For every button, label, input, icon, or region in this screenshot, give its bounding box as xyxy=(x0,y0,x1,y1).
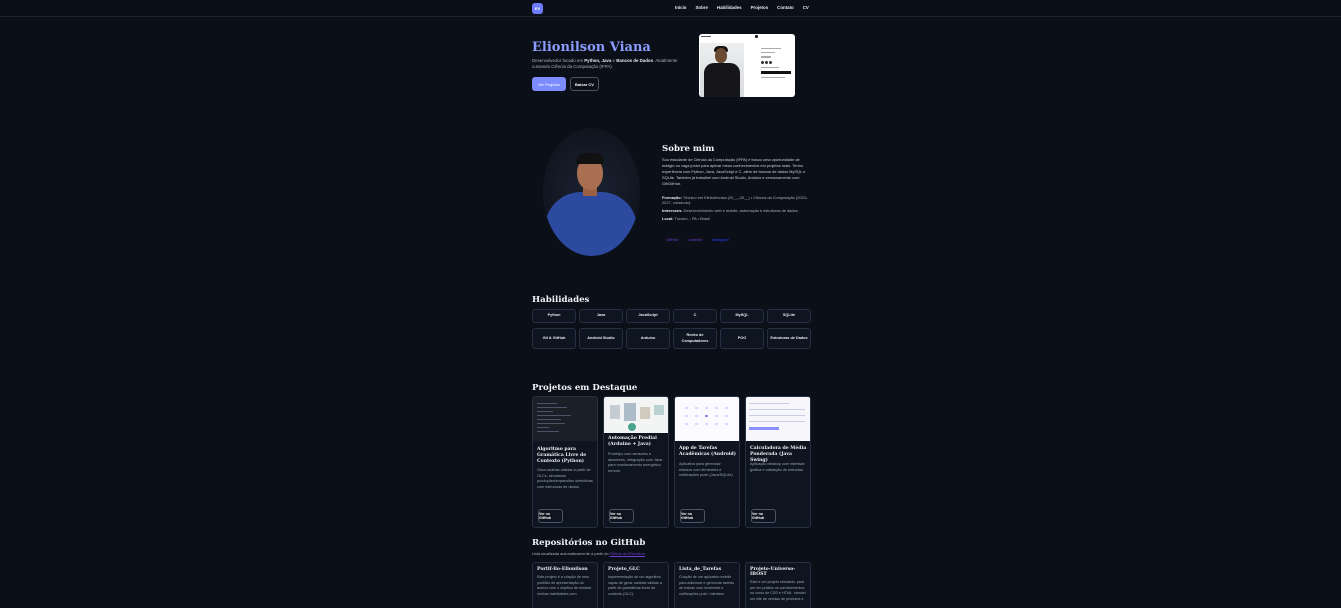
local-value: Tucuruí – PA • Brasil xyxy=(674,216,710,222)
project-thumbnail xyxy=(604,397,668,433)
local-label: Local: xyxy=(662,216,674,222)
skill-chip: MySQL xyxy=(720,309,764,323)
formacao-value: Técnico em Eletrotécnica (20__–20__) • C… xyxy=(662,195,808,206)
view-on-github-button[interactable]: Ver no GitHub xyxy=(538,509,563,523)
view-projects-button[interactable]: Ver Projetos xyxy=(532,77,566,91)
social-links: GitHub LinkedIn Instagram xyxy=(666,237,729,242)
nav-link-inicio[interactable]: Início xyxy=(675,5,686,10)
project-thumbnail xyxy=(746,397,810,441)
repo-description: Este projeto é a criação de meu portfóli… xyxy=(537,575,592,596)
about-info: Formação: Técnico em Eletrotécnica (20__… xyxy=(662,195,812,224)
project-card: Automação Predial (Arduino + Java) Protó… xyxy=(603,396,669,528)
skill-chip: Arduino xyxy=(626,328,670,349)
nav-link-sobre[interactable]: Sobre xyxy=(695,5,707,10)
projects-list: Algoritmo para Gramática Livre de Contex… xyxy=(532,396,811,528)
about-text: Sou estudante de Ciência da Computação (… xyxy=(662,157,806,186)
repo-card[interactable]: Portif-lio-Elionilson Este projeto é a c… xyxy=(532,562,598,608)
skills-grid: Python Java JavaScript C MySQL SQLite Gi… xyxy=(532,309,812,349)
download-cv-button[interactable]: Baixar CV xyxy=(570,77,599,91)
skill-chip: Git & GitHub xyxy=(532,328,576,349)
view-on-github-button[interactable]: Ver no GitHub xyxy=(609,509,634,523)
top-navbar: EV Início Sobre Habilidades Projetos Con… xyxy=(0,0,1341,17)
skill-chip: C xyxy=(673,309,717,323)
repo-card[interactable]: Lista_de_Tarefas Criação de um aplicativ… xyxy=(674,562,740,608)
hero-image xyxy=(699,34,795,97)
project-card: App de Tarefas Acadêmicas (Android) Apli… xyxy=(674,396,740,528)
hero-photo xyxy=(700,43,744,97)
repo-card[interactable]: Projeto-Universo-IBOST Este é um projeto… xyxy=(745,562,811,608)
hero-subtitle: Desenvolvedor focado em Python, Java e B… xyxy=(532,58,682,70)
repo-name: Portif-lio-Elionilson xyxy=(537,567,588,572)
about-title: Sobre mim xyxy=(662,144,715,154)
nav-link-projetos[interactable]: Projetos xyxy=(751,5,769,10)
repo-name: Projeto_GLC xyxy=(608,567,640,572)
nav-link-cv[interactable]: CV xyxy=(803,5,809,10)
interesses-label: Interesses: xyxy=(662,208,683,214)
repo-name: Lista_de_Tarefas xyxy=(679,567,722,572)
repo-description: Este é um projeto simulado, para por em … xyxy=(750,580,806,601)
skill-chip: POO xyxy=(720,328,764,349)
main-nav: Início Sobre Habilidades Projetos Contat… xyxy=(675,5,809,10)
github-link[interactable]: GitHub xyxy=(666,237,678,242)
skill-chip: Redes de Computadores xyxy=(673,328,717,349)
repo-card[interactable]: Projeto_GLC Implementação de um algoritm… xyxy=(603,562,669,608)
repos-subtitle: Lista atualizada automaticamente a parti… xyxy=(532,551,645,556)
hero-subtitle-text: Desenvolvedor focado em xyxy=(532,58,585,63)
instagram-link[interactable]: Instagram xyxy=(712,237,730,242)
formacao-label: Formação: xyxy=(662,195,682,200)
github-profile-link[interactable]: GitHub do Elionilson xyxy=(610,551,645,556)
skill-chip: JavaScript xyxy=(626,309,670,323)
project-title: Calculadora de Média Ponderada (Java Swi… xyxy=(750,446,807,463)
view-on-github-button[interactable]: Ver no GitHub xyxy=(680,509,705,523)
project-description: Protótipo com sensores e atuadores, inte… xyxy=(608,452,663,474)
skill-chip: Android Studio xyxy=(579,328,623,349)
repo-name: Projeto-Universo-IBOST xyxy=(750,567,796,577)
project-title: App de Tarefas Acadêmicas (Android) xyxy=(679,446,736,457)
project-title: Automação Predial (Arduino + Java) xyxy=(608,436,657,447)
nav-link-habilidades[interactable]: Habilidades xyxy=(717,5,742,10)
local-row: Local: Tucuruí – PA • Brasil xyxy=(662,216,812,221)
project-description: Aplicativo para gerenciar estudos com le… xyxy=(679,462,734,478)
project-card: Algoritmo para Gramática Livre de Contex… xyxy=(532,396,598,528)
skill-chip: Python xyxy=(532,309,576,323)
skills-title: Habilidades xyxy=(532,295,590,305)
hero-subtitle-strong: Bancos de Dados xyxy=(616,58,654,63)
repo-description: Criação de um aplicativo mobile para adi… xyxy=(679,575,735,596)
profile-photo xyxy=(543,128,640,256)
repos-list: Portif-lio-Elionilson Este projeto é a c… xyxy=(532,562,811,608)
project-description: Aplicação desktop com interface gráfica … xyxy=(750,462,805,472)
skill-chip: Estruturas de Dados xyxy=(767,328,811,349)
interesses-value: Desenvolvimento web e mobile, automação … xyxy=(683,208,799,214)
nav-link-contato[interactable]: Contato xyxy=(777,5,794,10)
project-thumbnail xyxy=(675,397,739,441)
repo-description: Implementação de um algoritmo capaz de g… xyxy=(608,575,662,596)
linkedin-link[interactable]: LinkedIn xyxy=(687,237,702,242)
project-thumbnail xyxy=(533,397,597,441)
view-on-github-button[interactable]: Ver no GitHub xyxy=(751,509,776,523)
repos-subtitle-text: Lista atualizada automaticamente a parti… xyxy=(532,551,610,556)
project-description: Gera cadeias válidas a partir de GLCs, s… xyxy=(537,468,593,490)
logo[interactable]: EV xyxy=(532,3,543,14)
projects-title: Projetos em Destaque xyxy=(532,383,638,393)
skill-chip: SQLite xyxy=(767,309,811,323)
hero-subtitle-strong: Python, Java xyxy=(584,58,612,63)
hero-title: Elionilson Viana xyxy=(532,40,651,55)
interesses-row: Interesses: Desenvolvimento web e mobile… xyxy=(662,208,812,213)
project-card: Calculadora de Média Ponderada (Java Swi… xyxy=(745,396,811,528)
project-title: Algoritmo para Gramática Livre de Contex… xyxy=(537,447,587,464)
formacao-row: Formação: Técnico em Eletrotécnica (20__… xyxy=(662,195,812,206)
skill-chip: Java xyxy=(579,309,623,323)
repos-title: Repositórios no GitHub xyxy=(532,538,646,548)
